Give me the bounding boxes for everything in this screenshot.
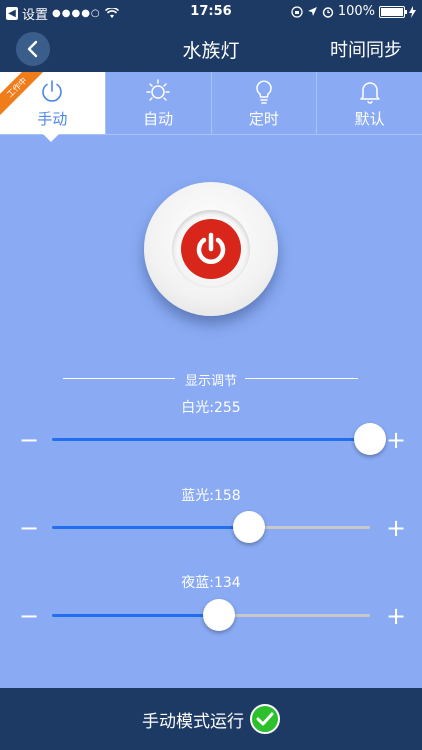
check-icon [250,704,280,734]
slider-thumb[interactable] [354,423,386,455]
night-blue-minus-button[interactable]: − [19,604,39,628]
slider-thumb[interactable] [233,511,266,543]
active-tab-pointer [43,134,59,142]
slider-fill [52,438,370,441]
white-light-slider[interactable] [52,423,386,455]
white-light-label: 白光:255 [181,400,241,416]
sun-icon [146,79,170,101]
rotation-lock-icon [291,5,303,18]
mode-tabs: 工作中 手动 自动 定时 默认 [0,72,422,135]
working-badge: 工作中 [0,72,46,118]
alarm-icon [322,6,334,18]
charging-icon [409,5,416,18]
slider-fill [52,614,220,617]
status-bar: ◀ 设置 ●●●●○ 17:56 100% [0,0,422,24]
section-divider-right [245,378,358,379]
mode-status-bar: 手动模式运行 [0,688,422,750]
night-blue-slider[interactable] [52,599,370,631]
night-blue-label: 夜蓝:134 [181,575,241,591]
bell-icon [359,82,380,104]
nav-bar: 水族灯 时间同步 [0,24,422,72]
location-icon [307,7,317,16]
blue-light-plus-button[interactable]: + [386,516,406,540]
power-button-core [181,219,241,279]
time-sync-button[interactable]: 时间同步 [330,36,402,62]
tab-manual[interactable]: 工作中 手动 [0,72,105,134]
tab-default[interactable]: 默认 [316,72,422,134]
white-light-plus-button[interactable]: + [386,428,406,452]
working-ribbon: 工作中 [0,72,46,118]
section-title: 显示调节 [184,374,237,389]
tab-timer[interactable]: 定时 [210,72,317,134]
bulb-icon [256,80,272,104]
night-blue-plus-button[interactable]: + [386,604,406,628]
power-icon [196,232,226,264]
blue-light-minus-button[interactable]: − [19,516,39,540]
slider-fill [52,526,250,529]
mode-status-text: 手动模式运行 [142,711,244,732]
tab-auto[interactable]: 自动 [104,72,211,134]
battery-icon [379,5,407,18]
tab-label: 定时 [248,110,279,128]
battery-percent: 100% [337,4,375,19]
tab-label: 自动 [143,110,174,128]
power-button-inner [172,210,250,288]
tab-label: 默认 [354,110,385,128]
blue-light-label: 蓝光:158 [181,488,241,504]
white-light-minus-button[interactable]: − [19,428,39,452]
blue-light-slider[interactable] [52,511,370,543]
status-right: 100% [291,4,416,19]
power-button[interactable] [144,182,278,316]
slider-thumb[interactable] [203,599,236,631]
